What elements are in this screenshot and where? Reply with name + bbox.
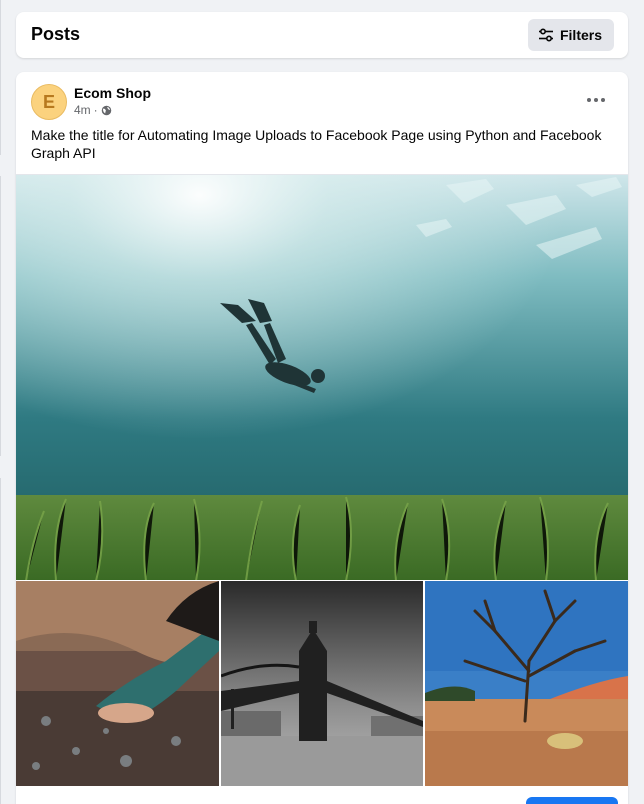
left-rail: [0, 0, 3, 804]
post-time[interactable]: 4m: [74, 103, 91, 117]
filters-label: Filters: [559, 27, 602, 43]
more-options-button[interactable]: [582, 90, 610, 110]
meta-separator: ·: [93, 103, 98, 117]
more-dot: [594, 98, 598, 102]
post-action-button[interactable]: [526, 797, 618, 804]
freediver-illustration: [16, 175, 628, 580]
avatar[interactable]: E: [31, 84, 67, 120]
hands-stones-illustration: [16, 581, 219, 786]
tower-bridge-illustration: [221, 581, 423, 786]
page-title: Posts: [31, 24, 81, 44]
rail-divider: [0, 478, 1, 804]
image-thumbnails-row: [16, 581, 628, 786]
freediver-underwater-photo[interactable]: [16, 174, 628, 580]
filters-button[interactable]: Filters: [527, 19, 614, 51]
post-card: E Ecom Shop 4m · Make the title for Auto…: [16, 72, 628, 804]
globe-icon: [101, 105, 111, 115]
more-dot: [601, 98, 605, 102]
more-horizontal-icon: [587, 98, 591, 102]
post-meta: 4m ·: [74, 103, 112, 117]
desert-dead-tree-photo[interactable]: [425, 581, 628, 786]
rail-divider: [0, 176, 1, 456]
avatar-letter: E: [42, 91, 55, 112]
post-message: Make the title for Automating Image Uplo…: [31, 127, 602, 161]
desert-tree-illustration: [425, 581, 628, 786]
sliders-icon: [538, 28, 553, 42]
hands-holding-stones-photo[interactable]: [16, 581, 219, 786]
tower-bridge-bw-photo[interactable]: [221, 581, 423, 786]
author-name[interactable]: Ecom Shop: [74, 85, 151, 101]
posts-header-card: Posts Filters: [16, 12, 628, 58]
rail-divider: [0, 0, 1, 155]
